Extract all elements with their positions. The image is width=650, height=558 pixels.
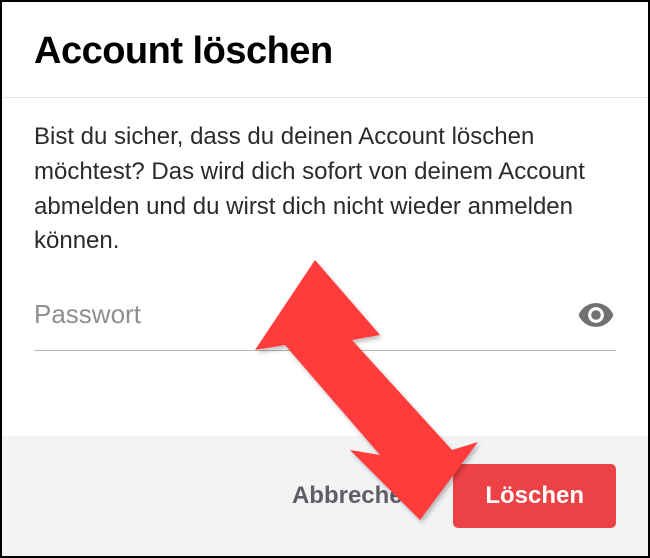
password-input[interactable] <box>34 293 576 336</box>
cancel-button[interactable]: Abbrechen <box>284 466 425 526</box>
delete-button[interactable]: Löschen <box>453 464 616 528</box>
dialog-message: Bist du sicher, dass du deinen Account l… <box>34 120 616 259</box>
eye-icon[interactable] <box>576 295 616 335</box>
spacer <box>2 351 648 436</box>
password-row <box>2 269 648 344</box>
dialog-header: Account löschen <box>2 2 648 97</box>
dialog-body: Bist du sicher, dass du deinen Account l… <box>2 97 648 269</box>
dialog-title: Account löschen <box>34 30 616 73</box>
delete-account-dialog: Account löschen Bist du sicher, dass du … <box>0 0 650 558</box>
dialog-footer: Abbrechen Löschen <box>2 436 648 556</box>
